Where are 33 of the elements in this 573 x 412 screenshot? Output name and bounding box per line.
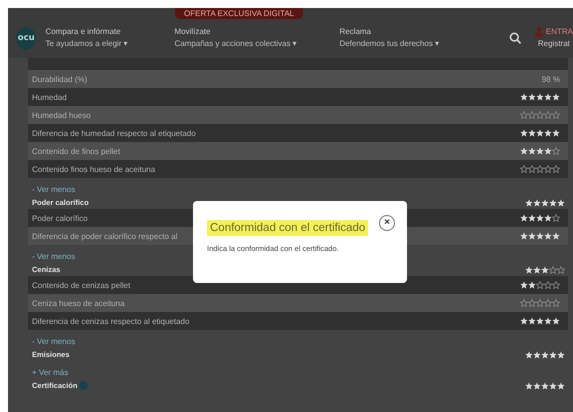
row-label: Humedad hueso <box>32 110 91 120</box>
register-link[interactable]: Registrat <box>538 38 573 50</box>
nav-menu[interactable]: Movilízate Campañas y acciones colectivas ▾ <box>174 26 340 50</box>
row-label: Poder calorífico <box>32 214 88 222</box>
nav-menu[interactable]: Reclama Defendemos tus derechos ▾ <box>339 26 502 50</box>
search-icon[interactable] <box>509 31 522 45</box>
row-value: 98 % <box>542 74 560 84</box>
row-label: Contenido finos hueso de aceituna <box>32 164 156 174</box>
user-icon <box>534 27 543 37</box>
row-label: Durabilidad (%) <box>32 74 88 84</box>
promo-tab[interactable]: OFERTA EXCLUSIVA DIGITAL <box>175 8 304 19</box>
dialog-title: Conformidad con el certificado <box>207 220 368 236</box>
close-button[interactable]: × <box>379 215 395 231</box>
row-label: Contenido de cenizas pellet <box>32 280 130 290</box>
toggle-link[interactable]: - Ver menos <box>28 184 568 196</box>
row-label: Contenido de finos pellet <box>32 146 120 156</box>
login-link[interactable]: ENTRA <box>546 26 573 38</box>
row-label: Diferencia de humedad respecto al etiquetado <box>32 128 196 138</box>
row-label: Diferencia de cenizas respecto al etiquetado <box>32 316 190 326</box>
toggle-link[interactable]: + Ver más <box>28 367 568 379</box>
nav-title: Movilízate <box>174 26 212 38</box>
row-label: Ceniza hueso de aceituna <box>32 298 125 308</box>
nav-menu[interactable]: Compara e infórmate Te ayudamos a elegir ▾ <box>45 26 174 50</box>
nav-subtitle: Te ayudamos a elegir ▾ <box>45 38 129 50</box>
row-label: Humedad <box>32 92 67 102</box>
toggle-link[interactable]: - Ver menos <box>28 251 568 263</box>
nav-subtitle: Campañas y acciones colectivas ▾ <box>174 38 298 50</box>
logo[interactable]: ocu <box>16 26 36 50</box>
toggle-link[interactable]: - Ver menos <box>28 336 568 348</box>
row-label: Diferencia de poder calorífico respecto al <box>32 232 178 240</box>
nav-title: Reclama <box>339 26 372 38</box>
nav-subtitle: Defendemos tus derechos ▾ <box>339 38 440 50</box>
nav-title: Compara e infórmate <box>45 26 122 38</box>
